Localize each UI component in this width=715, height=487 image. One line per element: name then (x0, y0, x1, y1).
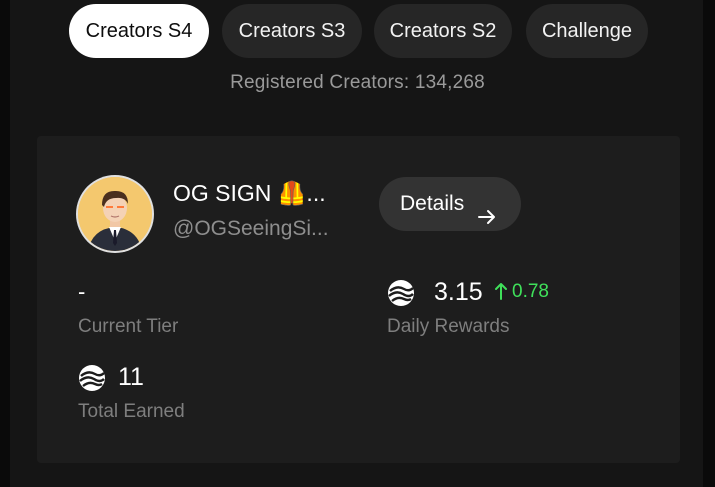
current-tier-value: - (78, 279, 86, 304)
season-tabs: Creators S4 Creators S3 Creators S2 Chal… (0, 4, 715, 58)
daily-rewards-label: Daily Rewards (387, 316, 510, 337)
total-earned-value: 11 (118, 363, 144, 391)
tab-challenge[interactable]: Challenge (526, 4, 648, 58)
token-icon (387, 279, 415, 307)
creator-handle: @OGSeeingSi... (173, 217, 329, 240)
tab-creators-s2[interactable]: Creators S2 (374, 4, 512, 58)
current-tier-label: Current Tier (78, 316, 179, 337)
creator-name: OG SIGN 🦺... (173, 180, 326, 206)
creator-card: OG SIGN 🦺... @OGSeeingSi... Details - Cu… (37, 136, 680, 463)
arrow-up-icon (494, 281, 508, 306)
registered-creators-count: Registered Creators: 134,268 (230, 72, 485, 93)
daily-rewards-delta: 0.78 (512, 281, 549, 302)
tab-creators-s4[interactable]: Creators S4 (69, 4, 209, 58)
daily-rewards-value: 3.15 (434, 278, 483, 306)
arrow-right-icon (477, 194, 497, 248)
details-label: Details (400, 192, 465, 215)
avatar[interactable] (78, 177, 152, 251)
details-button[interactable]: Details (379, 177, 521, 231)
tab-creators-s3[interactable]: Creators S3 (222, 4, 362, 58)
total-earned-label: Total Earned (78, 401, 185, 422)
token-icon (78, 364, 106, 392)
